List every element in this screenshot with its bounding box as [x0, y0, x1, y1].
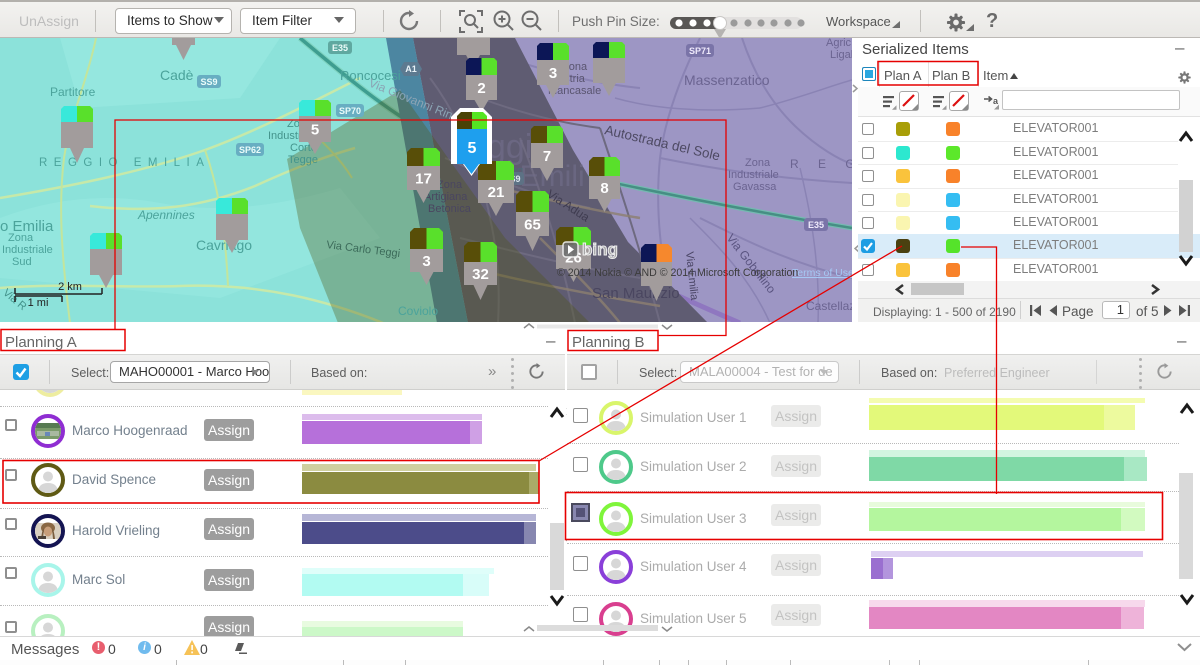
svg-text:Tegge: Tegge: [288, 154, 318, 166]
svg-text:Cadè: Cadè: [160, 67, 194, 83]
svg-text:© 2014 Nokia © AND © 2014 Micr: © 2014 Nokia © AND © 2014 Microsoft Corp…: [557, 267, 798, 279]
svg-text:21: 21: [488, 184, 505, 201]
svg-text:5: 5: [468, 140, 477, 157]
svg-text:Ligab: Ligab: [830, 49, 852, 61]
svg-text:REGGIO EMILIA: REGGIO EMILIA: [39, 157, 210, 169]
svg-text:3: 3: [422, 253, 430, 270]
svg-text:Zona: Zona: [437, 179, 463, 191]
svg-text:Partitore: Partitore: [50, 85, 96, 99]
svg-text:R E G G: R E G G: [790, 157, 852, 171]
svg-text:Zona: Zona: [745, 157, 771, 169]
svg-text:Massenzatico: Massenzatico: [684, 72, 770, 88]
svg-text:Gavassa: Gavassa: [733, 181, 777, 193]
svg-text:Agric: Agric: [826, 38, 852, 49]
svg-text:3: 3: [549, 65, 557, 82]
svg-text:8: 8: [600, 180, 608, 197]
svg-text:San Maurizio: San Maurizio: [592, 285, 680, 302]
svg-text:Betonica: Betonica: [428, 203, 472, 215]
svg-text:A1: A1: [405, 64, 417, 74]
svg-text:Zona: Zona: [8, 232, 34, 244]
svg-text:7: 7: [543, 148, 551, 165]
svg-text:65: 65: [524, 217, 541, 234]
svg-text:Sud: Sud: [12, 256, 32, 268]
svg-text:Apennines: Apennines: [137, 208, 195, 222]
svg-text:2 km: 2 km: [58, 281, 82, 293]
svg-text:bing: bing: [582, 240, 618, 259]
svg-text:Coviolo: Coviolo: [398, 304, 438, 318]
svg-text:32: 32: [472, 266, 489, 283]
svg-text:2: 2: [477, 80, 485, 97]
svg-text:SP62: SP62: [239, 145, 261, 155]
svg-text:Castellazz: Castellazz: [806, 299, 852, 313]
svg-text:Artigiana: Artigiana: [424, 191, 468, 203]
svg-text:SS9: SS9: [200, 77, 217, 87]
svg-text:E35: E35: [332, 43, 348, 53]
svg-text:1 mi: 1 mi: [28, 297, 49, 309]
svg-text:Industriale: Industriale: [728, 169, 779, 181]
svg-text:SP71: SP71: [689, 46, 711, 56]
svg-text:5: 5: [311, 122, 319, 139]
svg-text:E35: E35: [808, 220, 824, 230]
svg-text:SP70: SP70: [339, 106, 361, 116]
svg-text:a: a: [993, 96, 999, 106]
svg-text:17: 17: [415, 171, 432, 188]
svg-text:Terms of Use: Terms of Use: [792, 267, 852, 279]
svg-text:Industriale: Industriale: [2, 244, 53, 256]
